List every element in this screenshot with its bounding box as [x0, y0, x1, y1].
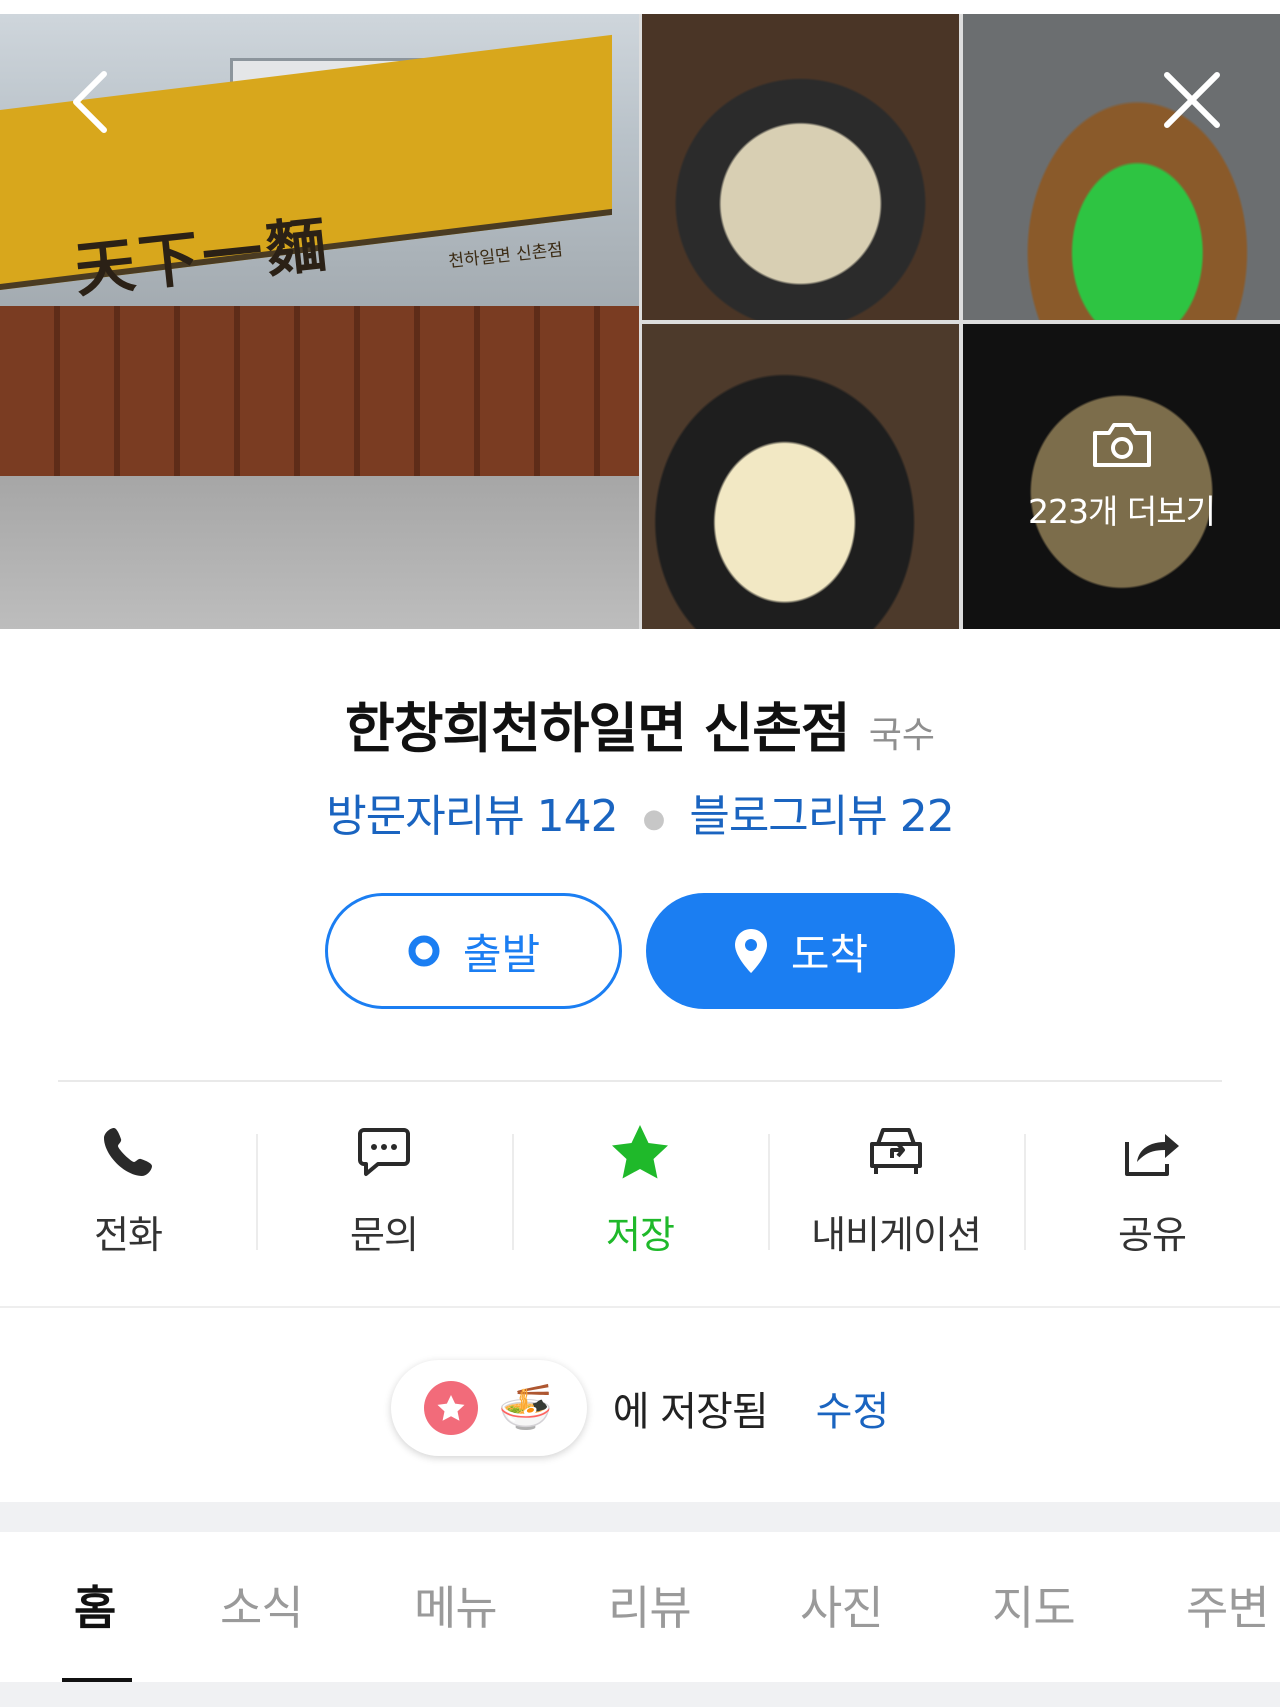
depart-button[interactable]: 출발 — [325, 893, 622, 1009]
share-label: 공유 — [1118, 1213, 1187, 1257]
tab-photos[interactable]: 사진 — [800, 1572, 884, 1638]
car-navigation-icon — [866, 1120, 926, 1184]
review-summary: 방문자리뷰 142 ● 블로그리뷰 22 — [0, 780, 1280, 844]
chat-bubble-icon — [356, 1120, 412, 1184]
navigation-button[interactable]: 내비게이션 — [768, 1120, 1024, 1260]
phone-icon — [100, 1120, 156, 1184]
place-category: 국수 — [868, 715, 935, 756]
bottom-spacer — [0, 1682, 1280, 1707]
more-photos-label: 223개 더보기 — [1028, 491, 1216, 531]
saved-text: 에 저장됨 — [612, 1389, 769, 1435]
divider — [58, 1080, 1222, 1082]
action-bar: 전화 문의 저장 내비게이션 공유 — [0, 1120, 1280, 1260]
inquiry-label: 문의 — [350, 1213, 419, 1257]
star-icon — [610, 1120, 670, 1184]
storefront-doors — [0, 306, 639, 476]
saved-folder-pill[interactable]: 🍜 — [390, 1360, 587, 1456]
origin-dot-icon — [407, 934, 441, 968]
street — [0, 476, 639, 629]
share-button[interactable]: 공유 — [1024, 1120, 1280, 1260]
place-name: 한창희천하일면 신촌점 — [345, 697, 851, 760]
saved-status-row: 🍜 에 저장됨 수정 — [0, 1358, 1280, 1458]
tab-menu[interactable]: 메뉴 — [414, 1572, 498, 1638]
inquiry-button[interactable]: 문의 — [256, 1120, 512, 1260]
close-button[interactable] — [1162, 72, 1222, 132]
visitor-reviews-link[interactable]: 방문자리뷰 142 — [326, 791, 618, 842]
chevron-left-icon — [70, 70, 110, 138]
shop-sign-subtext: 천하일면 신촌점 — [447, 240, 564, 272]
photo-ramen-bowl[interactable] — [642, 14, 959, 320]
call-button[interactable]: 전화 — [0, 1120, 256, 1260]
location-pin-icon — [733, 927, 769, 975]
tab-reviews[interactable]: 리뷰 — [608, 1572, 692, 1638]
section-divider — [0, 1306, 1280, 1308]
arrive-button[interactable]: 도착 — [646, 893, 955, 1009]
separator-dot: ● — [642, 804, 666, 834]
navigation-label: 내비게이션 — [811, 1213, 982, 1257]
close-icon — [1163, 71, 1221, 133]
more-photos-button[interactable]: 223개 더보기 — [963, 324, 1280, 629]
arrive-label: 도착 — [790, 929, 869, 979]
tab-map[interactable]: 지도 — [992, 1572, 1076, 1638]
tab-home[interactable]: 홈 — [74, 1572, 116, 1638]
save-button[interactable]: 저장 — [512, 1120, 768, 1260]
tab-bar: 홈 소식 메뉴 리뷰 사진 지도 주변 — [0, 1532, 1280, 1707]
place-title-row: 한창희천하일면 신촌점 국수 — [0, 684, 1280, 763]
section-spacer — [0, 1502, 1280, 1532]
back-button[interactable] — [60, 71, 120, 134]
photo-condiment-basket[interactable] — [963, 14, 1280, 320]
noodle-bowl-icon: 🍜 — [498, 1382, 554, 1433]
edit-saved-link[interactable]: 수정 — [816, 1379, 890, 1437]
tab-news[interactable]: 소식 — [220, 1572, 304, 1638]
camera-icon — [1091, 421, 1153, 473]
share-icon — [1123, 1120, 1181, 1184]
photo-cold-noodles[interactable] — [642, 324, 959, 629]
call-label: 전화 — [94, 1213, 163, 1257]
tab-nearby[interactable]: 주변 — [1186, 1572, 1270, 1638]
save-label: 저장 — [606, 1213, 675, 1257]
blog-reviews-link[interactable]: 블로그리뷰 22 — [689, 791, 954, 842]
depart-label: 출발 — [462, 929, 541, 979]
star-icon — [424, 1381, 479, 1435]
photo-gallery: 天下一麵 천하일면 신촌점 223개 더보기 — [0, 14, 1280, 629]
